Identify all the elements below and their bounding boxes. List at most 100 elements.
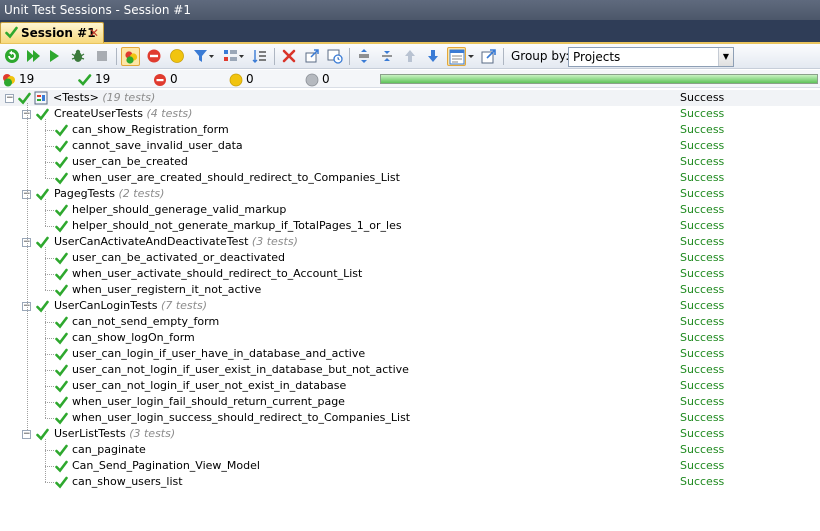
test-result-status: Success xyxy=(680,155,725,168)
test-name: user_can_not_login_if_user_exist_in_data… xyxy=(72,363,409,376)
test-group-row[interactable]: − UserCanActivateAndDeactivateTest (3 tes… xyxy=(0,234,820,250)
test-row[interactable]: can_not_send_empty_form Success xyxy=(0,314,820,330)
test-row[interactable]: user_can_be_created Success xyxy=(0,154,820,170)
layout-dropdown-arrow[interactable] xyxy=(466,47,476,66)
open-in-window-button[interactable] xyxy=(480,47,499,66)
session-tab[interactable]: Session #1 ✕ xyxy=(0,22,104,43)
export-button[interactable] xyxy=(303,47,322,66)
test-result-status: Success xyxy=(680,427,725,440)
tree-connector-line xyxy=(45,311,46,418)
test-row[interactable]: helper_should_generage_valid_markup Succe… xyxy=(0,202,820,218)
test-progress-bar xyxy=(380,74,818,84)
total-tests-stat: 19 xyxy=(2,71,62,87)
test-row[interactable]: when_user_login_success_should_redirect_… xyxy=(0,410,820,426)
tree-connector-line xyxy=(45,322,54,323)
layout-button[interactable] xyxy=(447,47,466,66)
tree-connector-line xyxy=(45,418,54,419)
tree-connector-line xyxy=(45,439,46,482)
tree-root-row[interactable]: − <Tests> (19 tests) Success xyxy=(0,90,820,106)
stop-button[interactable] xyxy=(93,47,112,66)
group-by-select[interactable]: Projects ▼ xyxy=(568,47,734,67)
run-session-button[interactable] xyxy=(24,47,43,66)
test-row[interactable]: when_user_are_created_should_redirect_to… xyxy=(0,170,820,186)
red-x-icon xyxy=(282,49,296,63)
session-tab-strip: Session #1 ✕ xyxy=(0,20,820,44)
sort-button[interactable] xyxy=(251,47,270,66)
show-failed-button[interactable] xyxy=(145,47,164,66)
test-result-status: Success xyxy=(680,219,725,232)
group-label-text: UserListTests xyxy=(54,427,126,440)
test-group-label: UserListTests (3 tests) xyxy=(54,426,175,442)
run-all-button[interactable] xyxy=(3,47,22,66)
test-name: helper_should_generage_valid_markup xyxy=(72,203,287,216)
debug-button[interactable] xyxy=(69,47,88,66)
test-name: user_can_be_created xyxy=(72,155,188,168)
close-tab-icon[interactable]: ✕ xyxy=(89,23,99,43)
test-row[interactable]: can_show_logOn_form Success xyxy=(0,330,820,346)
test-row[interactable]: helper_should_not_generate_markup_if_Tot… xyxy=(0,218,820,234)
show-all-button[interactable] xyxy=(121,47,140,66)
tree-connector-line xyxy=(45,210,54,211)
bug-icon xyxy=(71,49,85,62)
test-name: helper_should_not_generate_markup_if_Tot… xyxy=(72,219,402,232)
test-row[interactable]: when_user_registern_it_not_active Success xyxy=(0,282,820,298)
passed-tests-stat: 19 xyxy=(78,71,138,87)
test-name: can_paginate xyxy=(72,443,146,456)
toolbar-separator xyxy=(116,48,117,65)
test-row[interactable]: cannot_save_invalid_user_data Success xyxy=(0,138,820,154)
filter-funnel-icon xyxy=(194,50,214,62)
next-button[interactable] xyxy=(424,47,443,66)
toolbar-separator xyxy=(503,48,504,65)
root-test-count: (19 tests) xyxy=(102,91,156,104)
test-row[interactable]: Can_Send_Pagination_View_Model Success xyxy=(0,458,820,474)
test-row[interactable]: can_show_users_list Success xyxy=(0,474,820,490)
test-group-label: UserCanLoginTests (7 tests) xyxy=(54,298,207,314)
show-ignored-button[interactable] xyxy=(168,47,187,66)
test-row[interactable]: user_can_not_login_if_user_not_exist_in_… xyxy=(0,378,820,394)
test-result-status: Success xyxy=(680,251,725,264)
test-name: user_can_be_activated_or_deactivated xyxy=(72,251,285,264)
test-row[interactable]: when_user_activate_should_redirect_to_Ac… xyxy=(0,266,820,282)
test-group-row[interactable]: − UserCanLoginTests (7 tests) Success xyxy=(0,298,820,314)
collapse-toggle-icon[interactable]: − xyxy=(5,94,14,103)
session-timer-button[interactable] xyxy=(326,47,345,66)
collapse-toggle-icon[interactable]: − xyxy=(22,430,31,439)
test-result-status: Success xyxy=(680,315,725,328)
chevron-down-icon xyxy=(468,55,474,58)
grouping-dropdown-button[interactable] xyxy=(222,47,246,66)
test-group-row[interactable]: − UserListTests (3 tests) Success xyxy=(0,426,820,442)
test-result-status: Success xyxy=(680,459,725,472)
run-button[interactable] xyxy=(45,47,64,66)
test-group-row[interactable]: − CreateUserTests (4 tests) Success xyxy=(0,106,820,122)
test-group-row[interactable]: − PagegTests (2 tests) Success xyxy=(0,186,820,202)
test-result-status: Success xyxy=(680,475,725,488)
test-row[interactable]: when_user_login_fail_should_return_curre… xyxy=(0,394,820,410)
test-name: cannot_save_invalid_user_data xyxy=(72,139,243,152)
filter-dropdown-button[interactable] xyxy=(192,47,216,66)
test-row[interactable]: can_show_Registration_form Success xyxy=(0,122,820,138)
list-sort-icon xyxy=(252,50,266,63)
test-name: can_show_Registration_form xyxy=(72,123,229,136)
collapse-all-button[interactable] xyxy=(378,47,397,66)
test-row[interactable]: can_paginate Success xyxy=(0,442,820,458)
arrow-down-icon xyxy=(428,50,438,62)
test-results-tree[interactable]: − <Tests> (19 tests) Success − CreateUserTes… xyxy=(0,90,820,531)
test-row[interactable]: user_can_be_activated_or_deactivated Succ… xyxy=(0,250,820,266)
test-row[interactable]: user_can_not_login_if_user_exist_in_data… xyxy=(0,362,820,378)
chevron-down-icon[interactable]: ▼ xyxy=(718,48,733,66)
session-tab-label: Session #1 xyxy=(21,26,96,40)
previous-button[interactable] xyxy=(401,47,420,66)
test-row[interactable]: user_can_login_if_user_have_in_database_… xyxy=(0,346,820,362)
run-all-icon xyxy=(27,50,40,62)
success-check-icon xyxy=(5,26,18,39)
total-count: 19 xyxy=(19,72,35,86)
tree-connector-line xyxy=(45,130,54,131)
expand-all-button[interactable] xyxy=(355,47,374,66)
tree-connector-line xyxy=(45,466,54,467)
test-result-status: Success xyxy=(680,171,725,184)
layout-panel-icon xyxy=(449,49,465,65)
total-tests-icon xyxy=(3,74,15,87)
test-result-status: Success xyxy=(680,235,725,248)
success-check-icon xyxy=(55,476,68,494)
remove-button[interactable] xyxy=(280,47,299,66)
